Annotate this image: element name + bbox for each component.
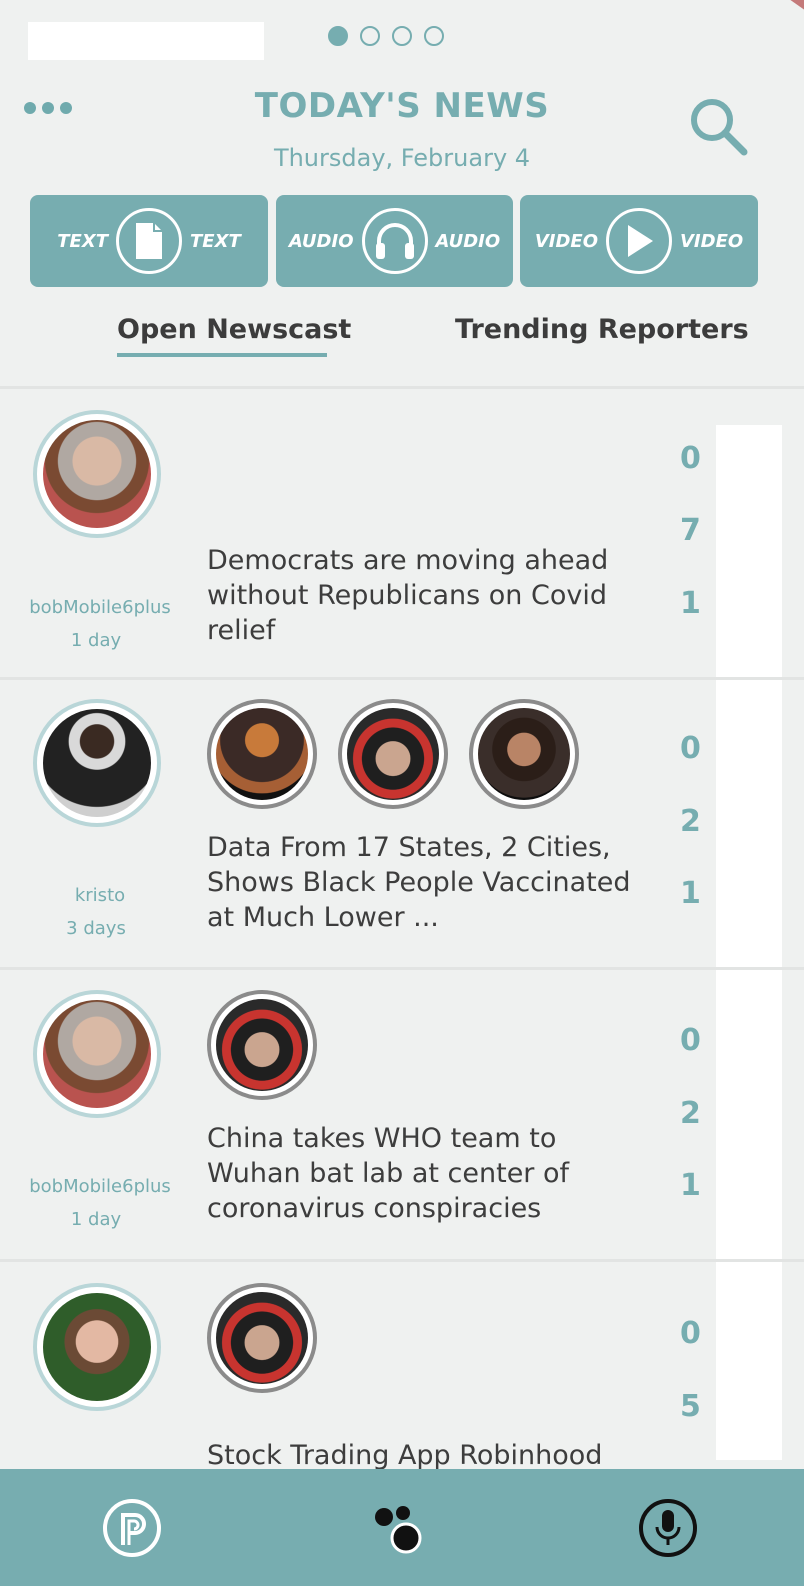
page-indicator xyxy=(328,26,444,46)
page-date: Thursday, February 4 xyxy=(273,144,531,172)
video-mode-left-label: VIDEO xyxy=(534,230,598,252)
video-mode-button[interactable]: VIDEO VIDEO xyxy=(520,195,758,287)
page-dot-4[interactable] xyxy=(424,26,444,46)
story-headline[interactable]: China takes WHO team to Wuhan bat lab at… xyxy=(207,1121,647,1226)
audio-mode-button[interactable]: AUDIO AUDIO xyxy=(276,195,513,287)
active-tab-indicator xyxy=(117,353,327,357)
story-count-3: 1 xyxy=(680,586,701,621)
page-dot-1[interactable] xyxy=(328,26,348,46)
divider xyxy=(0,967,804,970)
divider xyxy=(0,1259,804,1262)
reporter-avatar[interactable] xyxy=(33,410,161,538)
page-dot-3[interactable] xyxy=(392,26,412,46)
story-count-1: 0 xyxy=(680,1316,701,1351)
reporter-name[interactable]: bobMobile6plus xyxy=(12,1176,188,1197)
headphones-icon xyxy=(361,208,428,274)
divider xyxy=(0,677,804,680)
story-age: 1 day xyxy=(70,630,122,651)
reporter-avatar[interactable] xyxy=(33,1283,161,1411)
side-panel-placeholder xyxy=(716,425,782,1460)
story-count-2: 2 xyxy=(680,1096,701,1131)
video-mode-right-label: VIDEO xyxy=(680,230,744,252)
p-logo-icon[interactable] xyxy=(101,1497,163,1559)
reporter-avatar[interactable] xyxy=(33,699,161,827)
corner-decoration xyxy=(780,0,804,20)
microphone-icon[interactable] xyxy=(637,1497,699,1559)
story-headline[interactable]: Data From 17 States, 2 Cities, Shows Bla… xyxy=(207,830,647,935)
audio-mode-left-label: AUDIO xyxy=(288,230,354,252)
contributor-avatar[interactable] xyxy=(207,990,317,1100)
document-icon xyxy=(116,208,182,274)
story-count-3: 1 xyxy=(680,1168,701,1203)
divider xyxy=(0,386,804,389)
story-headline[interactable]: Democrats are moving ahead without Repub… xyxy=(207,543,647,648)
tab-open-newscast[interactable]: Open Newscast xyxy=(117,314,351,345)
bottom-nav-bar xyxy=(0,1469,804,1586)
story-count-2: 7 xyxy=(680,513,701,548)
story-count-1: 0 xyxy=(680,731,701,766)
story-count-3: 1 xyxy=(680,876,701,911)
bubbles-icon[interactable] xyxy=(373,1505,425,1557)
text-mode-button[interactable]: TEXT TEXT xyxy=(30,195,268,287)
story-count-2: 2 xyxy=(680,804,701,839)
contributor-avatar[interactable] xyxy=(207,699,317,809)
reporter-name[interactable]: kristo xyxy=(12,885,188,906)
play-icon xyxy=(606,208,672,274)
audio-mode-right-label: AUDIO xyxy=(435,230,501,252)
text-mode-right-label: TEXT xyxy=(190,230,241,252)
reporter-name[interactable]: bobMobile6plus xyxy=(12,597,188,618)
contributor-avatar[interactable] xyxy=(469,699,579,809)
status-bar-placeholder xyxy=(28,22,264,60)
contributor-avatar[interactable] xyxy=(338,699,448,809)
search-icon[interactable] xyxy=(686,94,750,158)
story-headline[interactable]: Stock Trading App Robinhood xyxy=(207,1438,647,1473)
contributor-avatar[interactable] xyxy=(207,1283,317,1393)
text-mode-left-label: TEXT xyxy=(57,230,108,252)
story-count-1: 0 xyxy=(680,1023,701,1058)
page-title: TODAY'S NEWS xyxy=(254,86,550,126)
reporter-avatar[interactable] xyxy=(33,990,161,1118)
story-count-1: 0 xyxy=(680,441,701,476)
story-count-2: 5 xyxy=(680,1389,701,1424)
story-age: 3 days xyxy=(66,918,126,939)
story-age: 1 day xyxy=(70,1209,122,1230)
tab-trending-reporters[interactable]: Trending Reporters xyxy=(455,314,749,345)
page-dot-2[interactable] xyxy=(360,26,380,46)
